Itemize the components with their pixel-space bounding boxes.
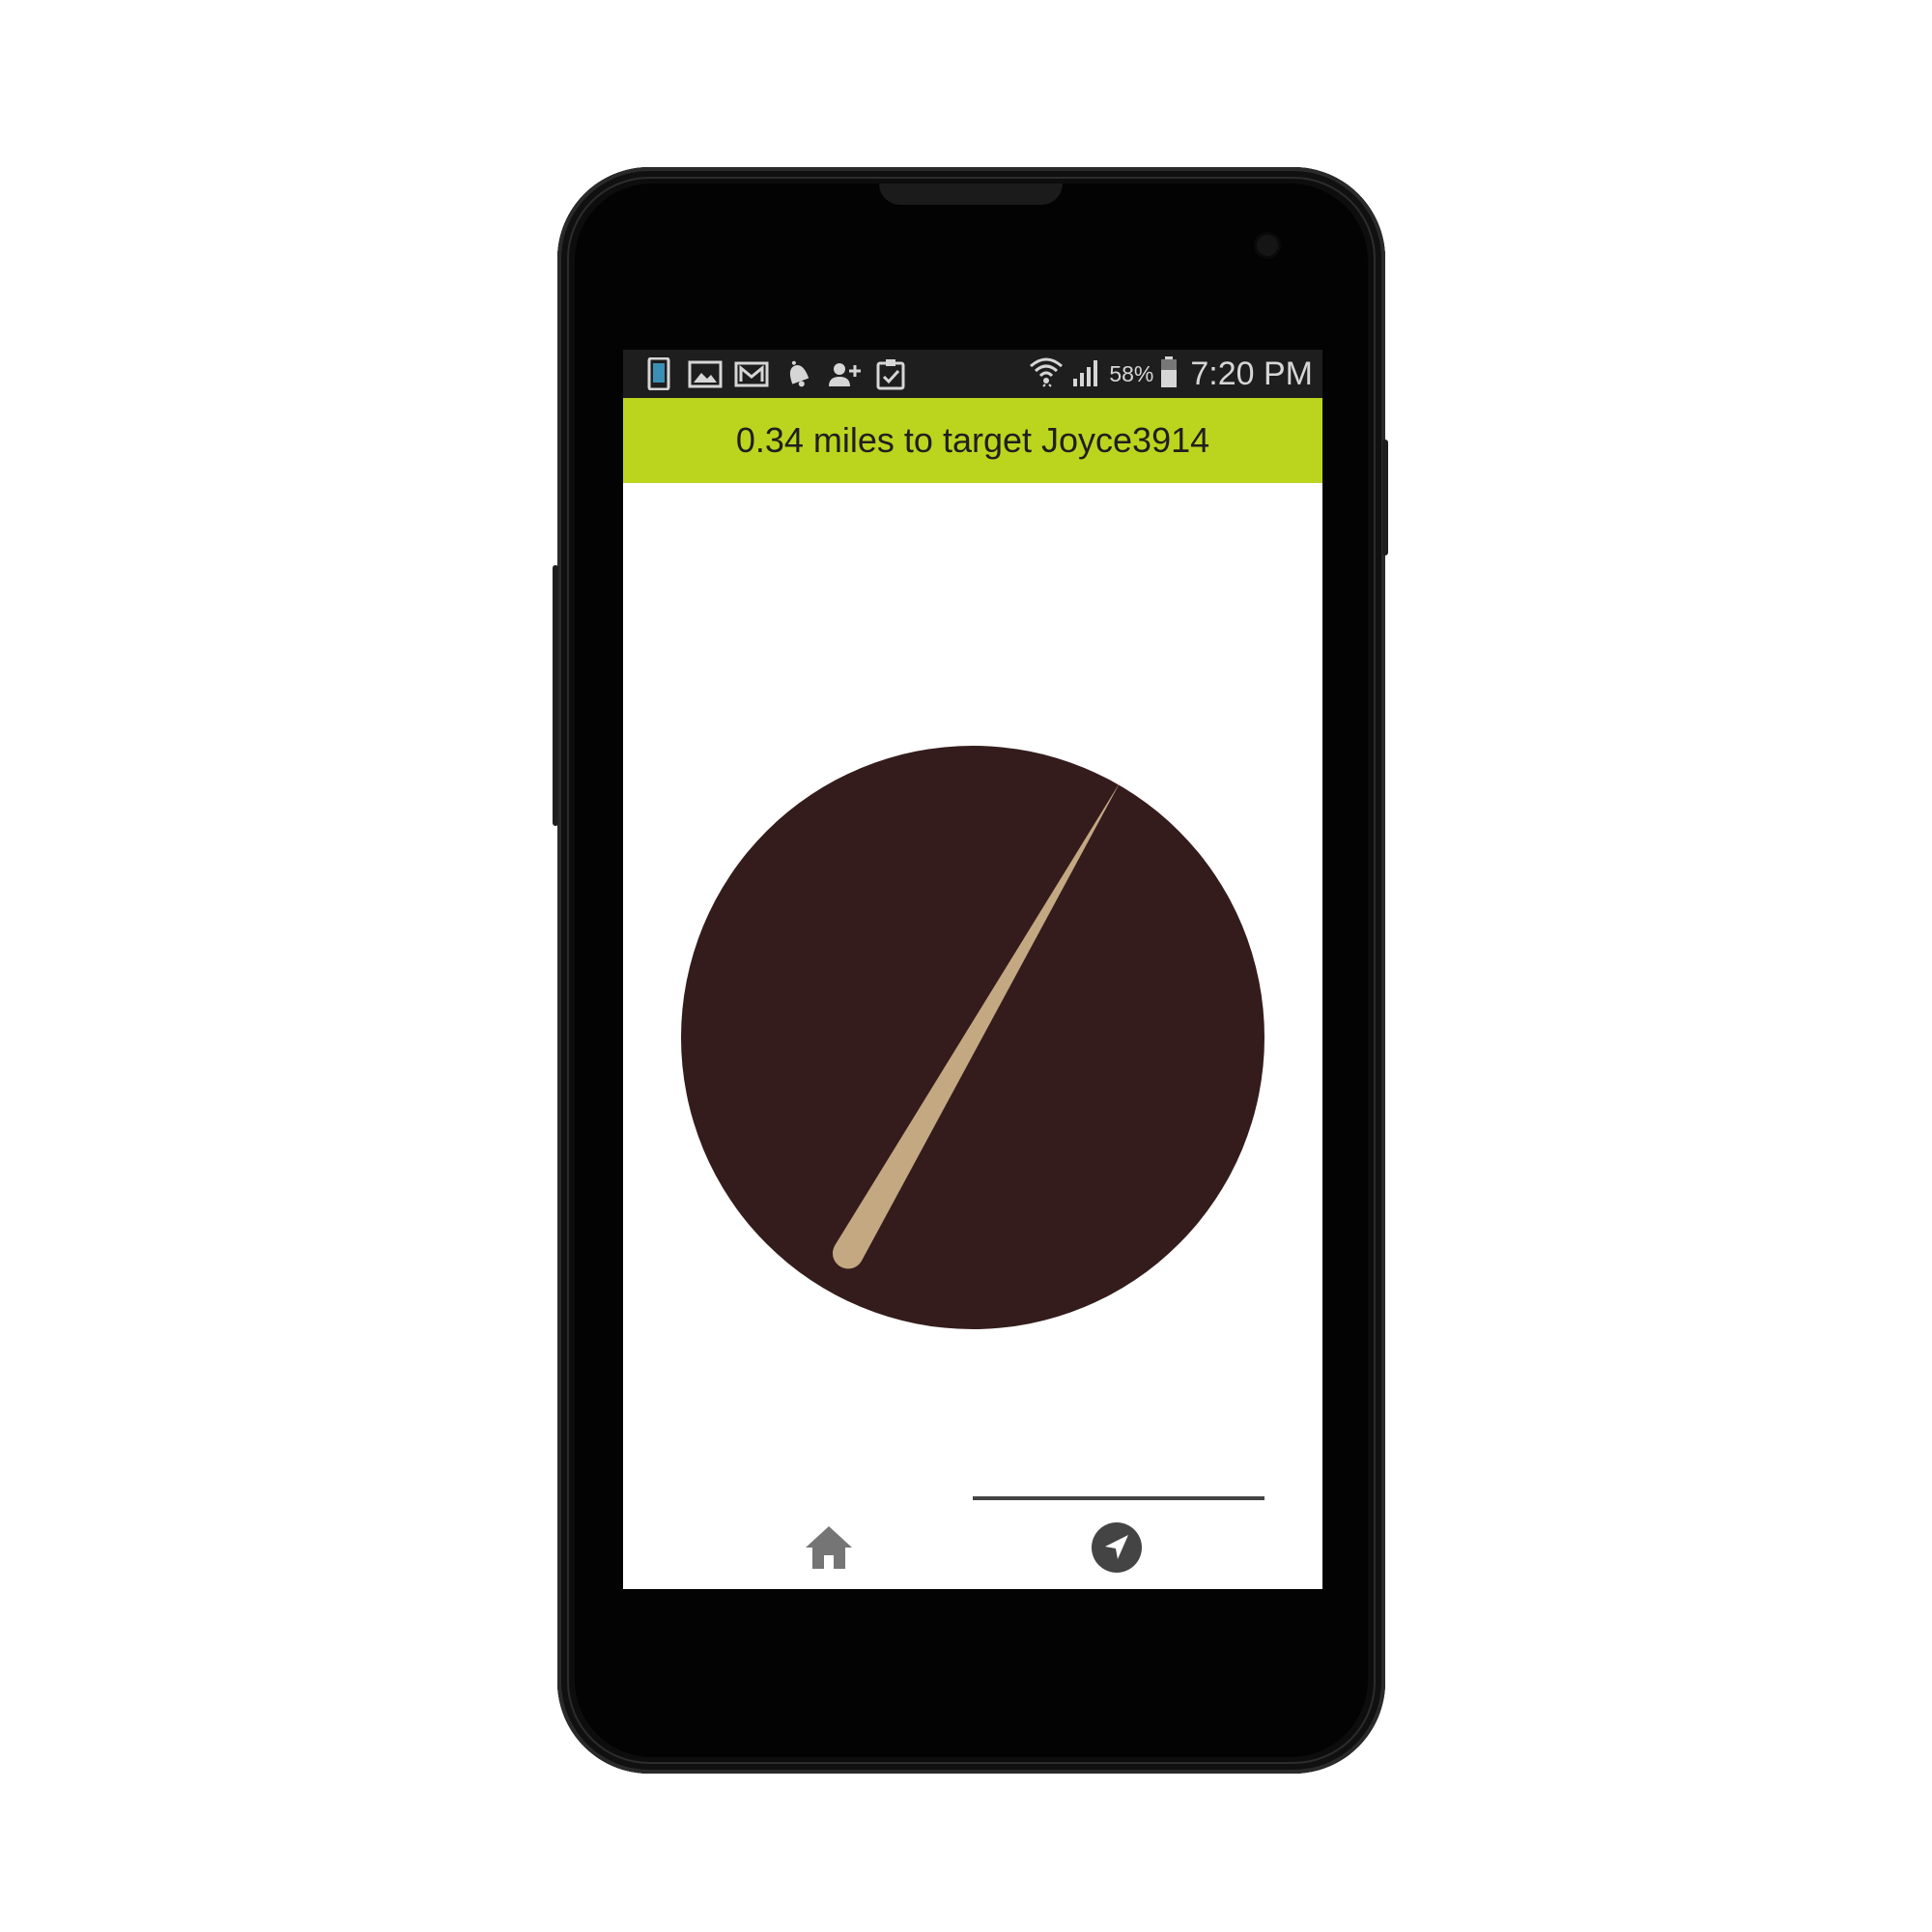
power-button — [1382, 440, 1388, 555]
signal-icon — [1070, 355, 1103, 393]
app-screen: 58% 7:20 PM 0.34 miles to target Joyce39… — [623, 350, 1322, 1589]
battery-percent: 58% — [1109, 360, 1154, 386]
nav-home-button[interactable] — [802, 1523, 856, 1572]
nav-navigate-button[interactable] — [1090, 1520, 1144, 1575]
clipboard-check-icon — [872, 357, 909, 390]
battery-icon — [1159, 355, 1179, 393]
image-icon — [687, 357, 724, 390]
gmail-icon — [733, 357, 770, 390]
home-icon — [806, 1526, 852, 1569]
distance-header: 0.34 miles to target Joyce3914 — [623, 398, 1322, 483]
system-status: 58% 7:20 PM — [1028, 350, 1313, 398]
compass-dial — [681, 746, 1264, 1329]
distance-to-target-text: 0.34 miles to target Joyce3914 — [735, 420, 1210, 460]
volume-button — [553, 565, 558, 826]
selected-tab-indicator — [973, 1496, 1264, 1500]
navigation-arrow-icon — [1092, 1522, 1142, 1573]
phone-icon — [640, 356, 677, 391]
notification-icons — [640, 356, 909, 391]
status-bar: 58% 7:20 PM — [623, 350, 1322, 398]
wifi-icon — [1028, 355, 1065, 394]
front-camera — [1257, 235, 1278, 256]
status-clock: 7:20 PM — [1190, 355, 1313, 392]
earpiece-speaker — [879, 184, 1063, 205]
bell-icon — [780, 357, 816, 390]
add-user-icon — [826, 357, 863, 390]
